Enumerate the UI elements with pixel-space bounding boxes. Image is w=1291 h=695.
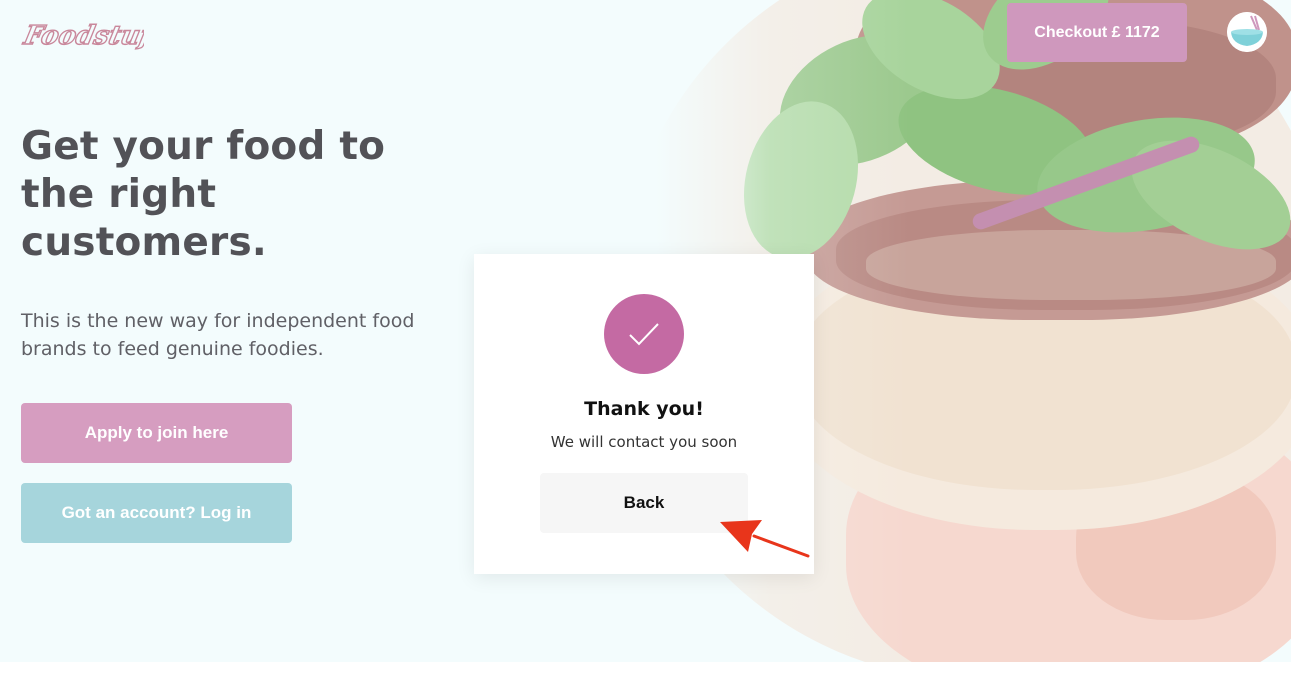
- hero-subtext: This is the new way for independent food…: [21, 307, 461, 363]
- logo-text: Foodstuff: [20, 20, 144, 51]
- subtext-line-1: This is the new way for independent food: [21, 310, 415, 332]
- headline-line-1: Get your food to: [21, 124, 386, 169]
- foodstuff-logo[interactable]: Foodstuff: [20, 10, 144, 54]
- headline-line-3: customers.: [21, 220, 267, 265]
- apply-button[interactable]: Apply to join here: [21, 403, 292, 463]
- arrow-icon: [720, 520, 810, 558]
- modal-message: We will contact you soon: [550, 433, 738, 451]
- checkout-button[interactable]: Checkout £ 1172: [1007, 3, 1187, 62]
- subtext-line-2: brands to feed genuine foodies.: [21, 338, 324, 360]
- page: Foodstuff Checkout £ 1172 Get your food …: [0, 0, 1291, 695]
- modal-title: Thank you!: [584, 398, 704, 420]
- success-badge: [604, 294, 684, 374]
- login-button[interactable]: Got an account? Log in: [21, 483, 292, 543]
- hero-headline: Get your food to the right customers.: [21, 123, 441, 267]
- check-icon: [629, 323, 659, 346]
- page-footer-area: [0, 662, 1291, 695]
- bowl-icon[interactable]: [1227, 12, 1267, 52]
- headline-line-2: the right: [21, 172, 217, 217]
